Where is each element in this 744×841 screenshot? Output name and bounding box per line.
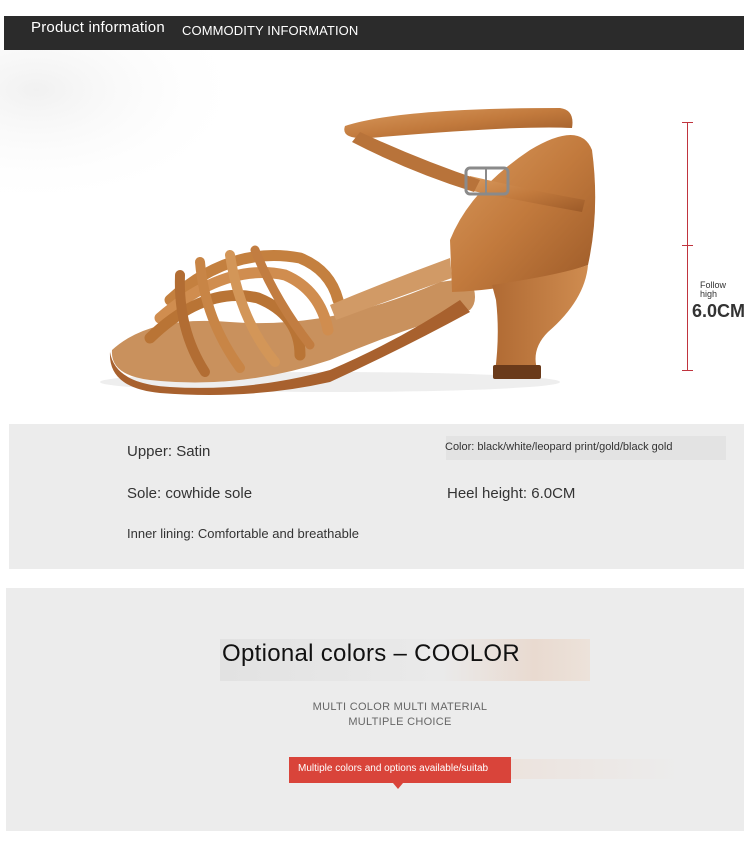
colors-subtitle-line1: MULTI COLOR MULTI MATERIAL	[312, 701, 488, 713]
height-measure-tick-top	[682, 122, 693, 123]
optional-colors-panel: Optional colors – COOLOR MULTI COLOR MUL…	[6, 588, 744, 831]
colors-subtitle-line2: MULTIPLE CHOICE	[348, 716, 452, 728]
spec-sole: Sole: cowhide sole	[127, 485, 253, 502]
follow-high-label: Follow high	[700, 281, 726, 299]
header-bar: Product information COMMODITY INFORMATIO…	[4, 16, 744, 50]
banner-arrow-icon	[393, 783, 403, 789]
header-subtitle: COMMODITY INFORMATION	[182, 23, 359, 38]
spec-heel-height: Heel height: 6.0CM	[447, 485, 576, 502]
height-measure-tick-bottom	[682, 370, 693, 371]
spec-inner-lining: Inner lining: Comfortable and breathable	[127, 526, 359, 541]
height-measure-line	[687, 122, 688, 370]
specs-panel: Upper: Satin Color: black/white/leopard …	[9, 424, 744, 569]
spec-color: Color: black/white/leopard print/gold/bl…	[445, 441, 673, 453]
colors-banner-text: Multiple colors and options available/su…	[298, 763, 489, 774]
colors-banner: Multiple colors and options available/su…	[289, 757, 511, 783]
follow-label-line2: high	[700, 289, 718, 299]
banner-fade	[511, 759, 681, 779]
product-image-area	[0, 50, 744, 420]
shoe-image	[0, 50, 596, 395]
height-measure-tick-mid	[682, 245, 693, 246]
header-title: Product information	[31, 19, 165, 36]
colors-title: Optional colors – COOLOR	[222, 640, 520, 667]
heel-height-value: 6.0CM	[692, 301, 744, 321]
spec-upper: Upper: Satin	[127, 443, 211, 460]
